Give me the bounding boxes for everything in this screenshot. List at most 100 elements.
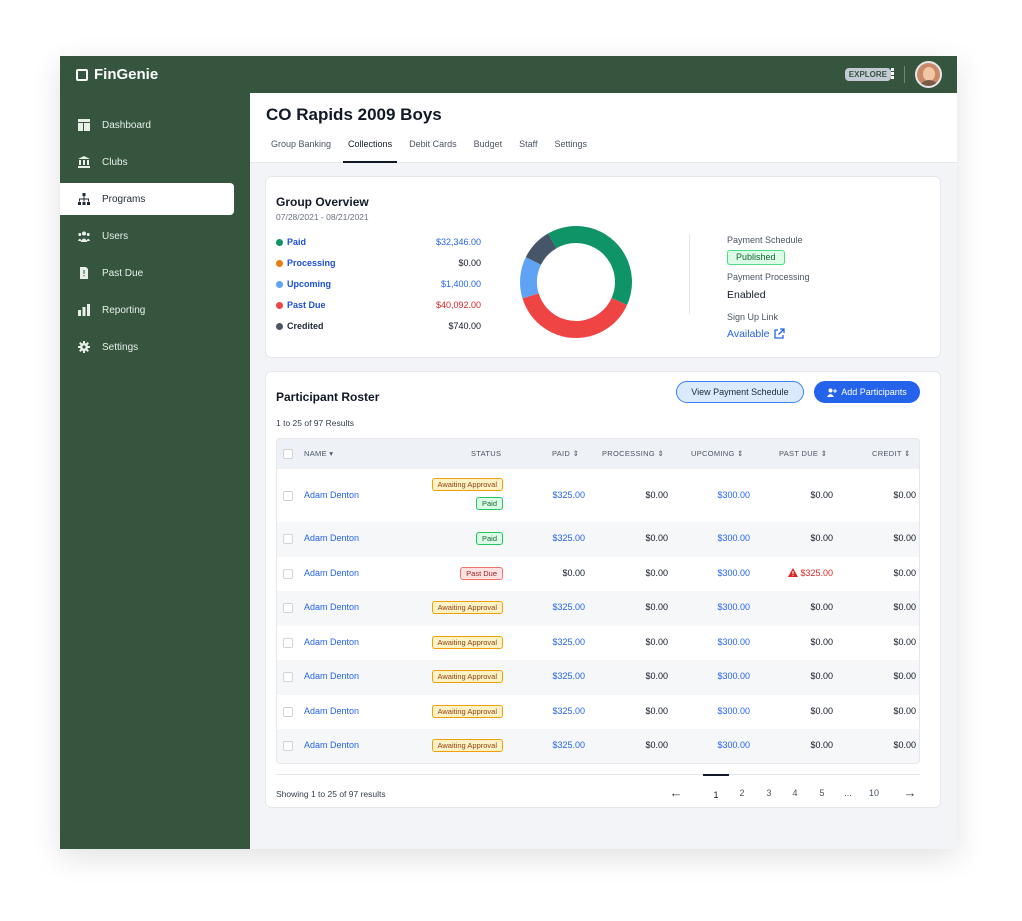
credit-amount: $0.00 [893,671,916,682]
participant-name-link[interactable]: Adam Denton [304,490,359,500]
column-header-credit[interactable]: CREDIT ⇕ [872,439,911,469]
legend-label: Processing [287,258,336,268]
column-header-past-due[interactable]: PAST DUE ⇕ [779,439,827,469]
row-checkbox[interactable] [283,490,293,501]
tab-settings[interactable]: Settings [550,137,593,163]
sidebar-item-dashboard[interactable]: Dashboard [60,109,234,141]
table-row[interactable]: Adam Denton Awaiting Approval Paid $325.00 $… [277,469,919,522]
group-overview-card: Group Overview 07/28/2021 - 08/21/2021 P… [265,176,941,358]
page-10-button[interactable]: 10 [861,785,887,801]
row-checkbox[interactable] [283,603,293,614]
table-row[interactable]: Adam Denton Awaiting Approval $325.00 $0.00… [277,729,919,763]
status-badge: Paid [475,497,503,510]
row-checkbox[interactable] [283,706,293,717]
group-overview-title: Group Overview [276,195,369,209]
participant-name-link[interactable]: Adam Denton [304,533,359,543]
past-due-amount: $0.00 [810,705,833,716]
page-1-button[interactable]: 1 [703,774,729,801]
table-row[interactable]: Adam Denton Awaiting Approval $325.00 $0.00… [277,591,919,626]
table-row[interactable]: Adam Denton Past Due $0.00 $0.00 $300.00 $325… [277,557,919,592]
processing-amount: $0.00 [645,740,668,751]
row-checkbox[interactable] [283,637,293,648]
participant-name-link[interactable]: Adam Denton [304,740,359,750]
results-count: 1 to 25 of 97 Results [276,418,354,428]
paid-amount: $325.00 [552,602,585,613]
payment-schedule-label: Payment Schedule [727,235,803,245]
column-header-paid[interactable]: PAID ⇕ [552,439,579,469]
signup-link[interactable]: Available [727,328,786,340]
sidebar-item-label: Settings [102,341,139,353]
app-logo[interactable]: FinGenie [76,66,158,83]
participant-name-link[interactable]: Adam Denton [304,706,359,716]
tab-collections[interactable]: Collections [343,137,398,163]
participant-name-link[interactable]: Adam Denton [304,568,359,578]
arrow-left-icon[interactable]: ← [669,785,683,801]
upcoming-amount: $300.00 [717,740,750,751]
pagination-ellipsis: ... [844,788,852,798]
upcoming-amount: $300.00 [717,705,750,716]
column-header-name[interactable]: NAME ▾ [304,439,333,469]
page-5-button[interactable]: 5 [809,785,835,801]
upcoming-amount: $300.00 [717,533,750,544]
explore-toggle[interactable]: EXPLORE [844,68,891,81]
credit-amount: $0.00 [893,567,916,578]
add-participants-button[interactable]: Add Participants [814,381,920,403]
status-badge: Past Due [460,566,503,580]
credit-amount: $0.00 [893,602,916,613]
processing-amount: $0.00 [645,533,668,544]
user-avatar[interactable] [915,61,942,88]
arrow-right-icon[interactable]: → [903,785,917,801]
processing-amount: $0.00 [645,567,668,578]
legend-dot [276,238,283,246]
legend-label: Past Due [287,300,326,310]
sidebar-item-users[interactable]: Users [60,220,234,252]
tab-staff[interactable]: Staff [514,137,542,163]
select-all-checkbox[interactable] [283,449,293,459]
legend-label: Paid [287,237,307,247]
status-badge: Awaiting Approval [431,478,503,491]
past-due-amount: $0.00 [810,636,833,647]
pagination: Showing 1 to 25 of 97 results ← 1 2 3 4 5...… [276,774,920,800]
row-checkbox[interactable] [283,534,293,545]
page-2-button[interactable]: 2 [729,785,755,801]
participant-name-link[interactable]: Adam Denton [304,637,359,647]
table-row[interactable]: Adam Denton Awaiting Approval $325.00 $0.00… [277,626,919,661]
sidebar-item-label: Past Due [102,267,144,279]
sidebar-item-clubs[interactable]: Clubs [60,146,234,178]
sidebar-item-settings[interactable]: Settings [60,331,234,363]
sidebar-item-label: Programs [102,193,146,205]
credit-amount: $0.00 [893,636,916,647]
tab-debit-cards[interactable]: Debit Cards [404,137,462,163]
sidebar-item-past-due[interactable]: Past Due [60,257,234,289]
column-header-processing[interactable]: PROCESSING ⇕ [602,439,664,469]
table-row[interactable]: Adam Denton Awaiting Approval $325.00 $0.00… [277,695,919,730]
legend-value: $1,400.00 [440,279,481,289]
row-checkbox[interactable] [283,568,293,579]
date-range: 07/28/2021 - 08/21/2021 [276,212,369,222]
participant-name-link[interactable]: Adam Denton [304,671,359,681]
table-row[interactable]: Adam Denton Awaiting Approval $325.00 $0.00… [277,660,919,695]
legend-dot [276,322,283,330]
row-checkbox[interactable] [283,672,293,683]
status-badge: Paid [475,532,503,546]
tab-budget[interactable]: Budget [469,137,508,163]
credit-amount: $0.00 [893,740,916,751]
paid-amount: $325.00 [552,705,585,716]
legend-value: $40,092.00 [435,300,481,310]
drag-handle-icon [889,67,895,81]
page-4-button[interactable]: 4 [782,785,808,801]
tab-group-banking[interactable]: Group Banking [266,137,336,163]
table-row[interactable]: Adam Denton Paid $325.00 $0.00 $300.00 $0.00 $… [277,522,919,557]
participant-name-link[interactable]: Adam Denton [304,602,359,612]
column-header-upcoming[interactable]: UPCOMING ⇕ [691,439,744,469]
sidebar-item-reporting[interactable]: Reporting [60,294,234,326]
overview-divider [689,234,690,314]
paid-amount: $0.00 [562,567,585,578]
sidebar-item-programs[interactable]: Programs [60,183,234,215]
row-checkbox[interactable] [283,741,293,752]
upcoming-amount: $300.00 [717,671,750,682]
page-3-button[interactable]: 3 [756,785,782,801]
top-divider [904,66,905,83]
status-badge: Awaiting Approval [431,704,503,718]
view-payment-schedule-button[interactable]: View Payment Schedule [676,381,804,403]
